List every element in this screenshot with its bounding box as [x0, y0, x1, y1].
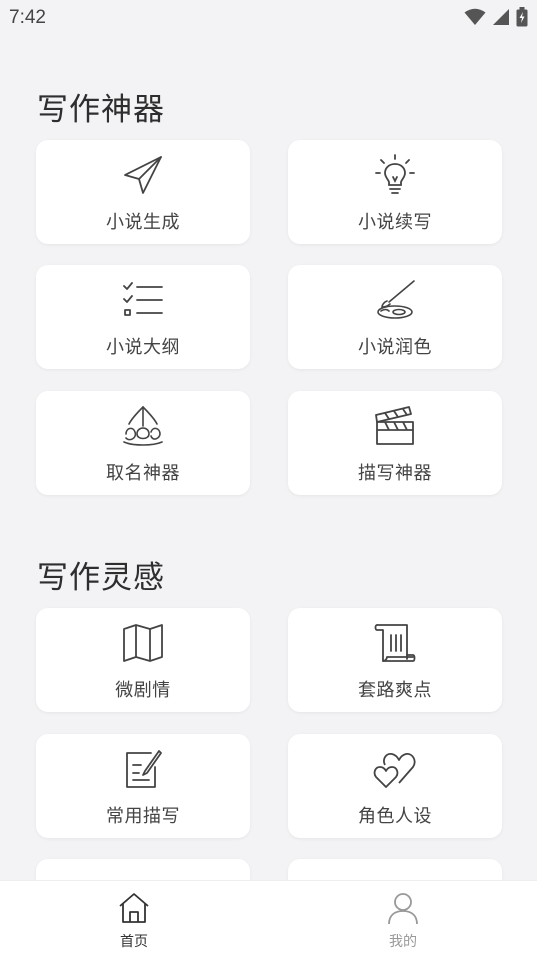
- card-character-design[interactable]: 角色人设: [288, 734, 502, 838]
- lightbulb-icon: [373, 153, 417, 197]
- checklist-icon: [121, 278, 165, 322]
- card-plot-tropes[interactable]: 套路爽点: [288, 608, 502, 712]
- map-icon: [121, 621, 165, 665]
- section-title-writing-tools: 写作神器: [37, 92, 165, 128]
- card-common-descriptions[interactable]: 常用描写: [36, 734, 250, 838]
- battery-icon: [516, 7, 528, 27]
- card-label: 套路爽点: [358, 680, 432, 701]
- status-bar: 7:42: [0, 0, 537, 36]
- home-icon: [117, 891, 151, 925]
- note-edit-icon: [121, 747, 165, 791]
- signal-icon: [492, 8, 510, 26]
- card-label: 小说生成: [106, 212, 180, 233]
- card-novel-outline[interactable]: 小说大纲: [36, 265, 250, 369]
- nav-home[interactable]: 首页: [74, 881, 194, 956]
- flower-icon: [121, 404, 165, 448]
- app-screen: 7:42 写作神器 小说生成 小说续写 小说大纲 小说润色 取名神器 描写神器 …: [0, 0, 537, 956]
- card-label: 小说大纲: [106, 337, 180, 358]
- nav-mine[interactable]: 我的: [343, 881, 463, 956]
- card-name-generator[interactable]: 取名神器: [36, 391, 250, 495]
- card-label: 描写神器: [358, 463, 432, 484]
- card-label: 角色人设: [358, 806, 432, 827]
- user-icon: [386, 891, 420, 925]
- clapperboard-icon: [373, 404, 417, 448]
- nav-label-home: 首页: [120, 934, 148, 950]
- status-time: 7:42: [9, 7, 46, 28]
- card-label: 取名神器: [106, 463, 180, 484]
- hearts-icon: [373, 747, 417, 791]
- paper-plane-icon: [121, 153, 165, 197]
- card-label: 常用描写: [106, 806, 180, 827]
- card-label: 小说续写: [358, 212, 432, 233]
- card-novel-polish[interactable]: 小说润色: [288, 265, 502, 369]
- card-novel-generate[interactable]: 小说生成: [36, 140, 250, 244]
- card-description-generator[interactable]: 描写神器: [288, 391, 502, 495]
- nav-label-mine: 我的: [389, 934, 417, 950]
- brush-palette-icon: [373, 278, 417, 322]
- scroll-icon: [373, 621, 417, 665]
- wifi-icon: [464, 8, 486, 26]
- bottom-nav: 首页 我的: [0, 880, 537, 956]
- card-label: 小说润色: [358, 337, 432, 358]
- section-title-writing-inspiration: 写作灵感: [37, 560, 165, 596]
- card-micro-plot[interactable]: 微剧情: [36, 608, 250, 712]
- status-icons: [464, 7, 528, 27]
- card-novel-continue[interactable]: 小说续写: [288, 140, 502, 244]
- card-label: 微剧情: [115, 680, 171, 701]
